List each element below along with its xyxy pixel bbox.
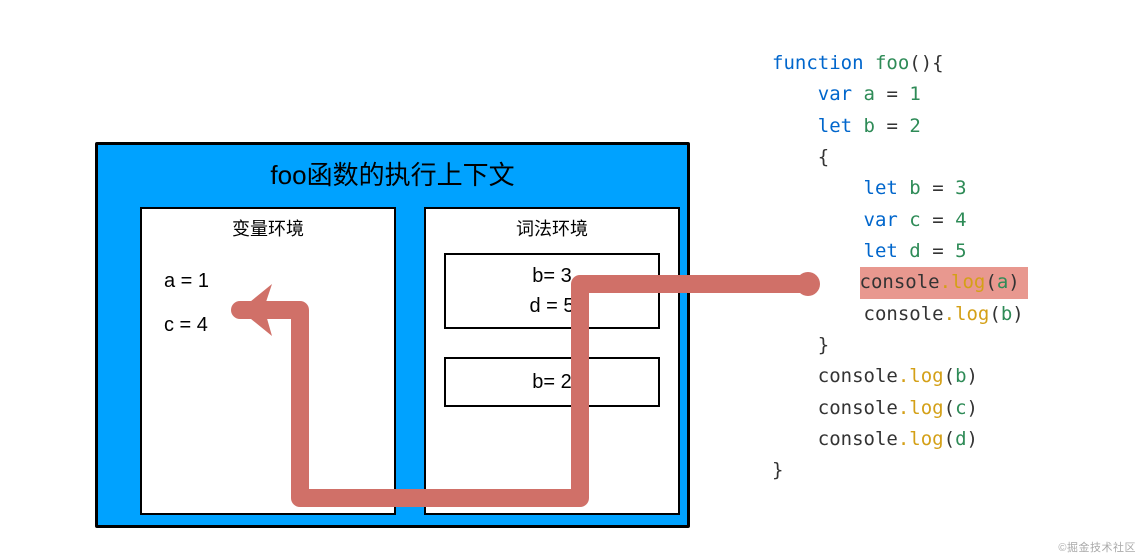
canvas: foo函数的执行上下文 变量环境 a = 1 c = 4 词法环境 b= 3 d… [0, 0, 1142, 557]
lexical-entry: d = 5 [462, 291, 642, 321]
lexical-inner-block: b= 3 d = 5 [444, 253, 660, 329]
execution-context-title: foo函数的执行上下文 [98, 155, 687, 192]
lexical-environment-box: 词法环境 b= 3 d = 5 b= 2 [424, 207, 680, 515]
watermark: ©掘金技术社区 [1058, 539, 1136, 555]
variable-environment-title: 变量环境 [142, 215, 394, 241]
lexical-outer-block: b= 2 [444, 357, 660, 407]
lexical-entry: b= 2 [462, 367, 642, 397]
lexical-environment-title: 词法环境 [426, 215, 678, 241]
variable-entry: a = 1 [164, 259, 372, 303]
variable-environment-content: a = 1 c = 4 [142, 241, 394, 365]
lexical-entry: b= 3 [462, 261, 642, 291]
variable-environment-box: 变量环境 a = 1 c = 4 [140, 207, 396, 515]
code-block: function foo(){ var a = 1 let b = 2 { le… [772, 48, 1028, 487]
variable-entry: c = 4 [164, 303, 372, 347]
execution-context-box: foo函数的执行上下文 变量环境 a = 1 c = 4 词法环境 b= 3 d… [95, 142, 690, 528]
